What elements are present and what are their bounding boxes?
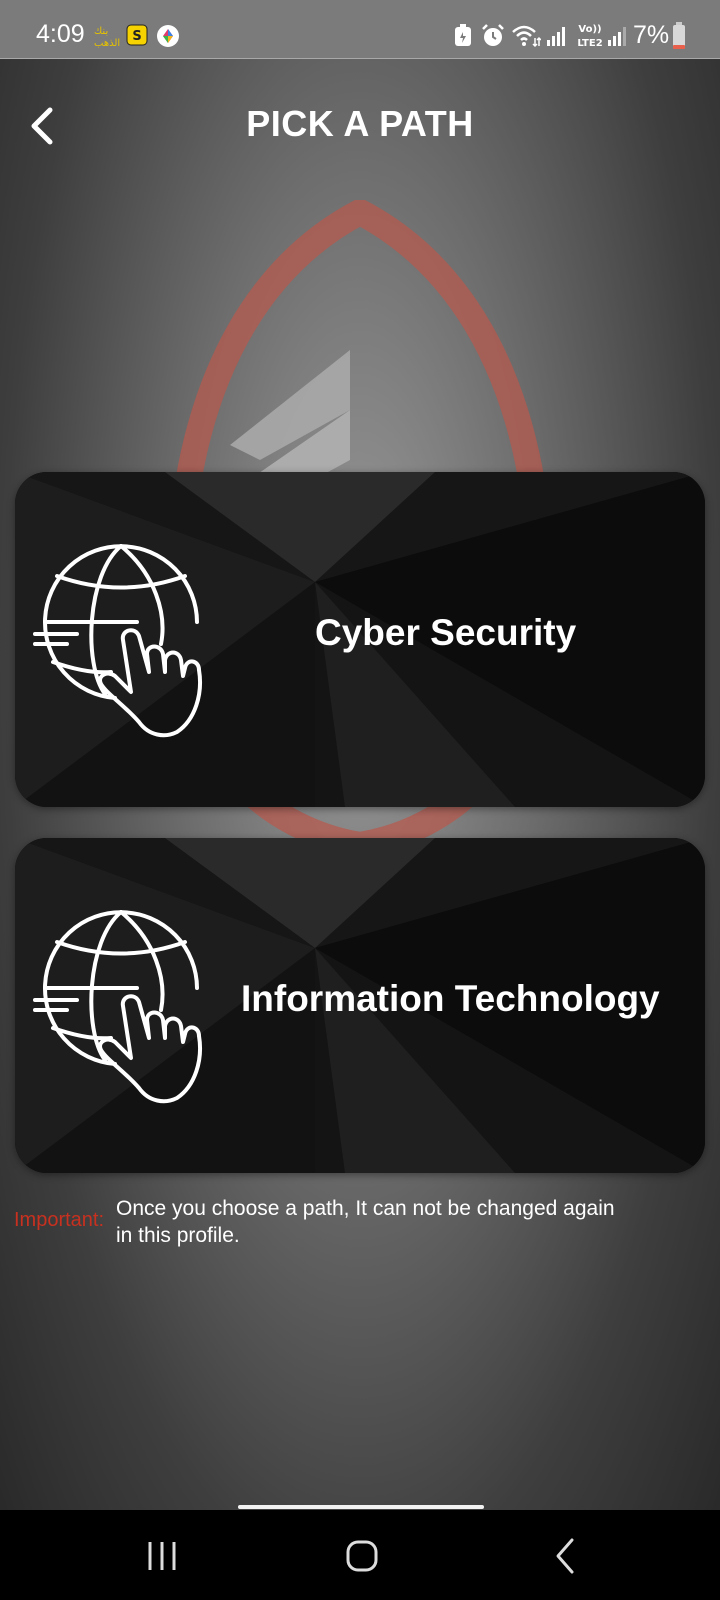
path-label-information-technology: Information Technology <box>241 978 660 1019</box>
svg-text:S: S <box>132 29 141 44</box>
app-notification-icon: ﺑﻨﻚ ﺍﻟﺬﻫﺐ <box>92 22 120 53</box>
signal-icon <box>607 24 629 53</box>
battery-percent: 7% <box>633 21 670 49</box>
page-title: PICK A PATH <box>246 103 474 144</box>
home-icon <box>346 1540 378 1572</box>
back-icon <box>556 1538 574 1574</box>
svg-text:LTE2: LTE2 <box>577 38 602 49</box>
recent-apps-icon <box>148 1542 176 1570</box>
status-bar: 4:09 ﺑﻨﻚ ﺍﻟﺬﻫﺐ S Vo)) LTE2 7% <box>0 0 720 59</box>
important-notice-text: Once you choose a path, It can not be ch… <box>116 1197 615 1247</box>
home-indicator <box>238 1505 484 1509</box>
svg-text:ﺑﻨﻚ: ﺑﻨﻚ <box>94 26 108 37</box>
globe-touch-icon <box>33 910 202 1104</box>
path-card-information-technology[interactable]: Information Technology <box>15 838 705 1173</box>
recent-apps-button[interactable] <box>132 1528 192 1584</box>
signal-icon <box>546 24 568 53</box>
battery-icon <box>672 22 686 55</box>
alarm-icon <box>481 24 505 53</box>
status-time: 4:09 <box>36 20 85 48</box>
svg-text:Vo)): Vo)) <box>578 24 601 35</box>
navigation-bar <box>0 1510 720 1600</box>
svg-text:ﺍﻟﺬﻫﺐ: ﺍﻟﺬﻫﺐ <box>94 38 120 48</box>
home-button[interactable] <box>332 1528 392 1584</box>
s-app-icon: S <box>126 24 148 51</box>
path-card-cyber-security[interactable]: Cyber Security <box>15 472 705 807</box>
path-label-cyber-security: Cyber Security <box>315 612 577 653</box>
gallery-icon <box>156 24 180 53</box>
wifi-icon <box>511 24 542 53</box>
volte-icon: Vo)) LTE2 <box>573 20 607 55</box>
battery-saver-icon <box>453 24 473 53</box>
nav-back-button[interactable] <box>536 1528 596 1584</box>
important-label: Important: <box>14 1209 105 1231</box>
